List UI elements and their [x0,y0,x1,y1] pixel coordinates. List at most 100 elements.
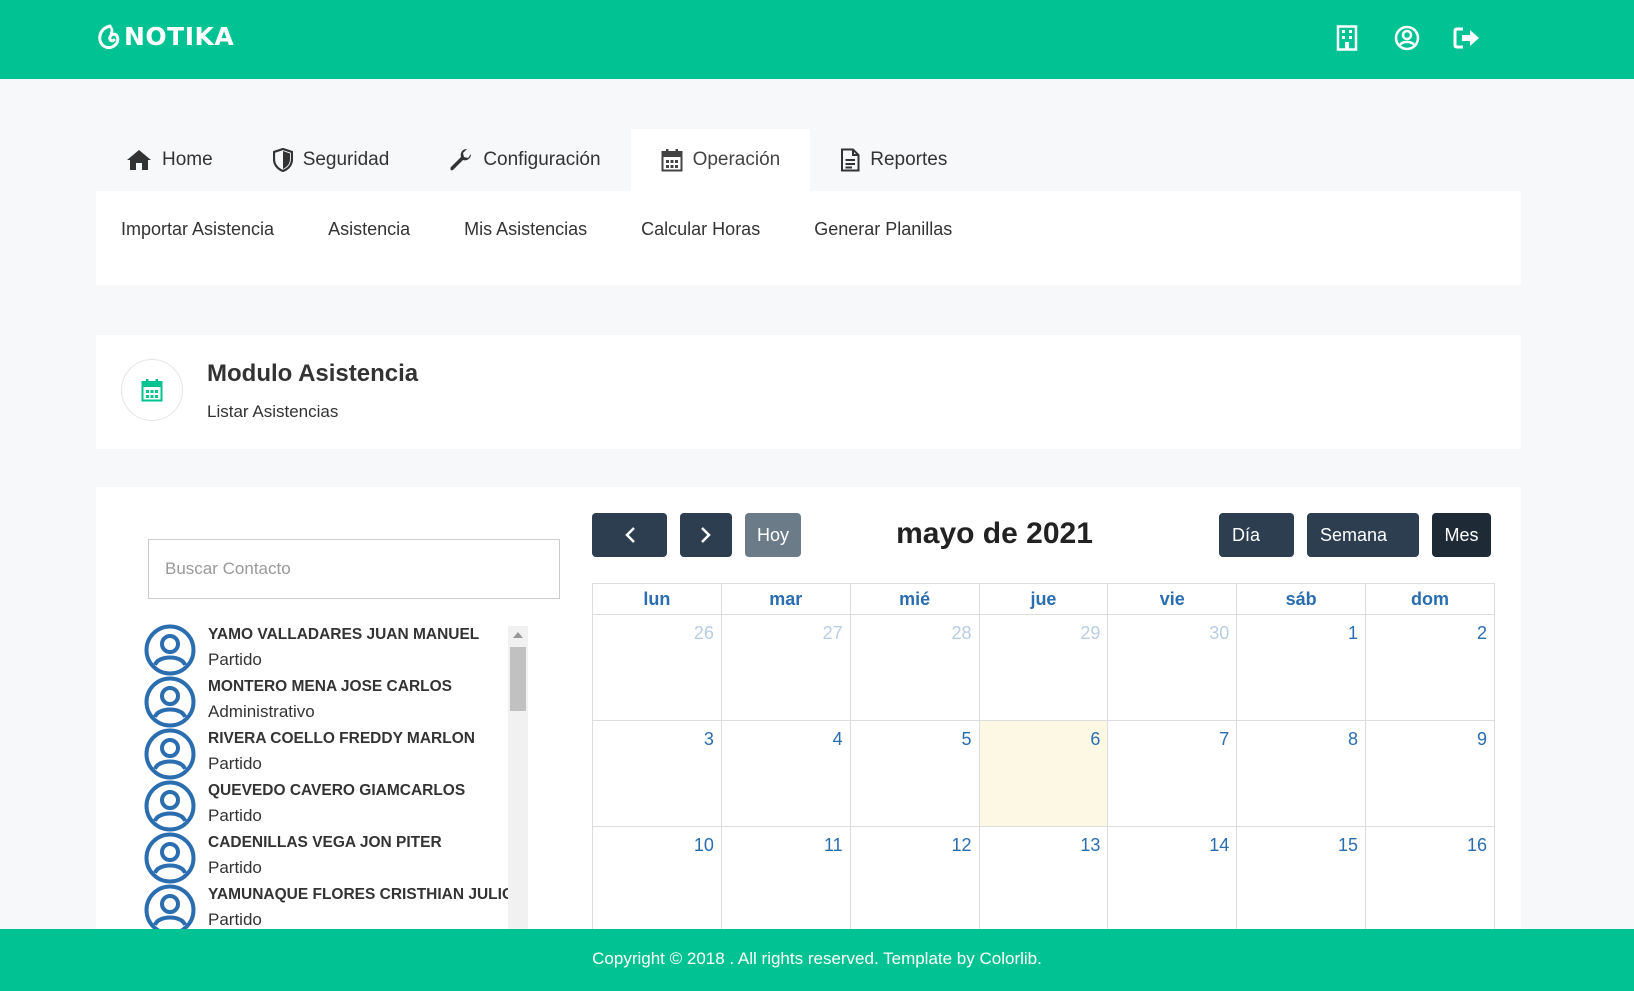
weekday-header: jue [978,583,1109,615]
tab-operacion[interactable]: Operación [630,129,811,191]
day-cell[interactable]: 30 [1107,614,1238,721]
tab-configuracion[interactable]: Configuración [419,129,630,191]
contact-role: Partido [208,910,262,929]
user-avatar-icon [144,676,196,728]
module-header: Modulo Asistencia Listar Asistencias [96,335,1521,449]
weekday-header: lun [592,583,722,615]
tab-home[interactable]: Home [96,129,243,191]
contact-item[interactable]: MONTERO MENA JOSE CARLOS Administrativo [144,676,528,728]
contact-item[interactable]: QUEVEDO CAVERO GIAMCARLOS Partido [144,780,528,832]
day-cell[interactable]: 1 [1236,614,1367,721]
page-subtitle: Listar Asistencias [207,402,339,421]
day-cell[interactable]: 29 [978,614,1109,721]
contact-list: YAMO VALLADARES JUAN MANUEL Partido MONT… [144,624,528,937]
day-cell[interactable]: 12 [849,826,980,933]
user-avatar-icon [144,832,196,884]
prev-month-button[interactable] [592,513,667,557]
weekday-header: vie [1107,583,1238,615]
tab-reportes[interactable]: Reportes [810,129,977,191]
page-title: Modulo Asistencia [207,360,419,387]
shield-icon [272,148,293,172]
copyright-text: Copyright © 2018 . All rights reserved. … [592,949,1042,968]
day-cell[interactable]: 5 [849,720,980,827]
logo-text: NOTIKA [124,22,235,51]
calendar-icon [141,379,163,402]
weekday-header: mar [720,583,851,615]
day-cell[interactable]: 11 [720,826,851,933]
contact-name: MONTERO MENA JOSE CARLOS [208,678,452,695]
chevron-right-icon [701,527,711,543]
user-avatar-icon [144,728,196,780]
day-cell[interactable]: 3 [592,720,722,827]
day-cell[interactable]: 2 [1365,614,1495,721]
user-avatar-icon [144,624,196,676]
day-cell-today[interactable]: 6 [978,720,1109,827]
contact-role: Partido [208,650,262,669]
tab-label: Home [162,149,213,170]
subnav-importar-asistencia[interactable]: Importar Asistencia [121,219,274,241]
home-icon [127,150,151,170]
contact-name: YAMO VALLADARES JUAN MANUEL [208,626,480,643]
subnav-asistencia[interactable]: Asistencia [328,219,410,241]
subnav-mis-asistencias[interactable]: Mis Asistencias [464,219,587,241]
tab-label: Configuración [483,149,601,170]
tab-label: Seguridad [302,149,390,170]
view-day-button[interactable]: Día [1219,513,1294,557]
day-cell[interactable]: 13 [978,826,1109,933]
day-cell[interactable]: 16 [1365,826,1495,933]
chevron-left-icon [624,527,635,543]
next-month-button[interactable] [680,513,732,557]
view-month-button[interactable]: Mes [1432,513,1491,557]
scroll-up-arrow-icon[interactable] [513,632,523,638]
today-button[interactable]: Hoy [745,513,801,557]
day-cell[interactable]: 14 [1107,826,1238,933]
file-icon [841,148,860,172]
contact-name: RIVERA COELLO FREDDY MARLON [208,730,475,747]
calendar-icon [661,149,683,172]
tab-label: Reportes [870,149,948,170]
contact-item[interactable]: RIVERA COELLO FREDDY MARLON Partido [144,728,528,780]
contact-list-scrollbar[interactable] [508,626,528,937]
day-cell[interactable]: 10 [592,826,722,933]
building-icon[interactable] [1333,24,1361,52]
day-cell[interactable]: 28 [849,614,980,721]
user-avatar-icon [144,780,196,832]
subnav-calcular-horas[interactable]: Calcular Horas [641,219,760,241]
tab-label: Operación [692,149,781,170]
attendance-panel: YAMO VALLADARES JUAN MANUEL Partido MONT… [96,487,1521,991]
app-logo[interactable]: NOTIKA [97,22,234,51]
subnav-generar-planillas[interactable]: Generar Planillas [814,219,952,241]
main-tabs: Home Seguridad Configuración Operación R… [96,129,977,191]
day-cell[interactable]: 9 [1365,720,1495,827]
weekday-header: mié [849,583,980,615]
calendar-title: mayo de 2021 [896,517,1093,550]
view-week-button[interactable]: Semana [1307,513,1419,557]
tab-seguridad[interactable]: Seguridad [243,129,420,191]
sub-navigation: Importar Asistencia Asistencia Mis Asist… [96,191,1521,285]
contact-role: Administrativo [208,702,315,721]
wrench-icon [450,148,472,171]
weekday-header: sáb [1236,583,1367,615]
contact-item[interactable]: CADENILLAS VEGA JON PITER Partido [144,832,528,884]
leaf-logo-icon [98,24,120,49]
contact-role: Partido [208,806,262,825]
day-cell[interactable]: 15 [1236,826,1367,933]
top-header: NOTIKA [0,0,1634,79]
footer: Copyright © 2018 . All rights reserved. … [0,929,1634,991]
contact-name: QUEVEDO CAVERO GIAMCARLOS [208,782,466,799]
weekday-header: dom [1365,583,1495,615]
contact-role: Partido [208,754,262,773]
search-contact-input[interactable] [148,539,560,599]
day-cell[interactable]: 8 [1236,720,1367,827]
module-icon-circle [121,359,183,421]
scroll-thumb[interactable] [510,647,526,711]
contact-item[interactable]: YAMO VALLADARES JUAN MANUEL Partido [144,624,528,676]
sign-out-icon[interactable] [1453,24,1481,52]
day-cell[interactable]: 4 [720,720,851,827]
day-cell[interactable]: 27 [720,614,851,721]
contact-name: CADENILLAS VEGA JON PITER [208,834,442,851]
user-circle-icon[interactable] [1393,24,1421,52]
day-cell[interactable]: 26 [592,614,722,721]
contact-name: YAMUNAQUE FLORES CRISTHIAN JULIO [208,886,515,903]
day-cell[interactable]: 7 [1107,720,1238,827]
